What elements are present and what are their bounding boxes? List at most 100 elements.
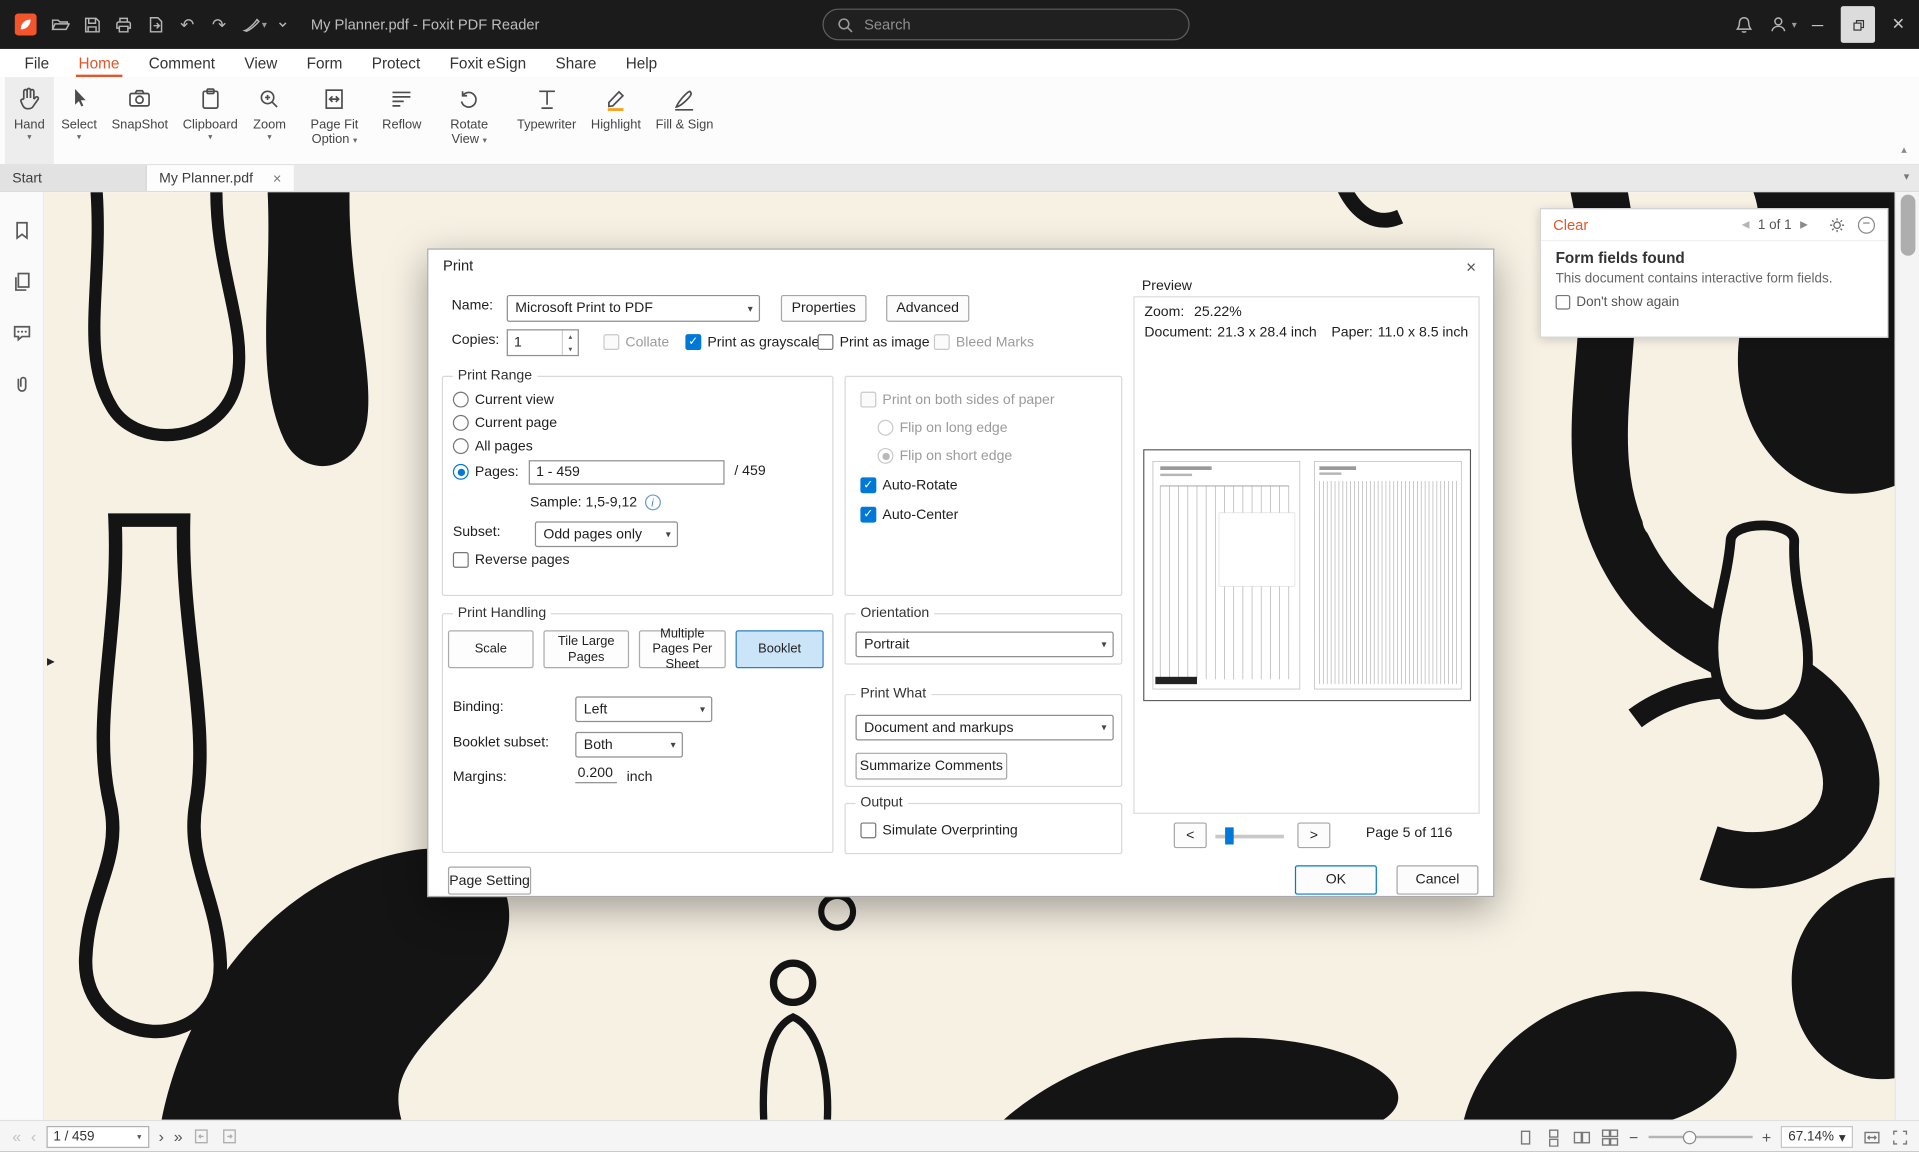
- mode-multiple-pages-button[interactable]: Multiple Pages Per Sheet: [639, 630, 726, 668]
- tool-zoom[interactable]: Zoom ▾: [245, 77, 294, 164]
- facing-continuous-view-icon[interactable]: [1601, 1128, 1619, 1146]
- scrollbar-thumb[interactable]: [1901, 195, 1916, 256]
- page-number-field[interactable]: 1 / 459 ▾: [46, 1125, 149, 1147]
- fit-width-icon[interactable]: [1863, 1128, 1881, 1146]
- search-input[interactable]: [864, 16, 1176, 33]
- radio-dot[interactable]: [453, 464, 469, 480]
- next-view-icon[interactable]: [220, 1127, 238, 1145]
- radio-dot[interactable]: [453, 415, 469, 431]
- last-page-icon[interactable]: »: [174, 1127, 183, 1145]
- summarize-comments-button[interactable]: Summarize Comments: [856, 753, 1008, 780]
- advanced-button[interactable]: Advanced: [886, 295, 969, 322]
- notification-next-icon[interactable]: ▶: [1796, 219, 1811, 230]
- auto-rotate-checkbox[interactable]: ✓ Auto-Rotate: [860, 477, 957, 493]
- pages-radio[interactable]: Pages:: [453, 464, 519, 480]
- printer-select[interactable]: Microsoft Print to PDF ▾: [507, 295, 760, 322]
- tool-clipboard[interactable]: Clipboard ▾: [175, 77, 245, 164]
- save-icon[interactable]: [76, 9, 108, 41]
- clipboard-dropdown-icon[interactable]: ▾: [208, 133, 212, 143]
- simulate-overprinting-checkbox[interactable]: Simulate Overprinting: [860, 822, 1017, 838]
- print-icon[interactable]: [108, 9, 140, 41]
- checkbox-box[interactable]: [818, 334, 834, 350]
- account-dropdown-icon[interactable]: ▾: [1792, 19, 1797, 30]
- menu-home[interactable]: Home: [64, 49, 134, 77]
- attachments-panel-icon[interactable]: [8, 371, 35, 398]
- minimize-button[interactable]: ─: [1799, 0, 1836, 49]
- search-box[interactable]: [822, 9, 1189, 41]
- checkbox-box[interactable]: ✓: [685, 334, 701, 350]
- zoom-level-field[interactable]: 67.14% ▾: [1781, 1126, 1853, 1148]
- cancel-button[interactable]: Cancel: [1396, 865, 1478, 894]
- booklet-subset-select[interactable]: Both ▾: [575, 732, 683, 758]
- tool-select[interactable]: Select ▾: [54, 77, 104, 164]
- single-page-view-icon[interactable]: [1516, 1128, 1534, 1146]
- rotate-view-dropdown-icon[interactable]: ▾: [483, 137, 487, 146]
- menu-form[interactable]: Form: [292, 49, 357, 77]
- hand-dropdown-icon[interactable]: ▾: [27, 133, 31, 143]
- vertical-scrollbar[interactable]: [1895, 192, 1919, 1120]
- account-icon[interactable]: [1762, 9, 1794, 41]
- restore-button[interactable]: [1841, 6, 1875, 43]
- tab-close-icon[interactable]: ×: [273, 170, 282, 187]
- clear-link[interactable]: Clear: [1553, 216, 1588, 233]
- zoom-slider[interactable]: [1648, 1127, 1752, 1147]
- tab-overflow-icon[interactable]: ▾: [1904, 170, 1910, 183]
- comments-panel-icon[interactable]: [8, 319, 35, 346]
- copies-value[interactable]: 1: [508, 330, 562, 354]
- mode-scale-button[interactable]: Scale: [448, 630, 534, 668]
- zoom-dropdown-icon[interactable]: ▾: [267, 133, 271, 143]
- menu-file[interactable]: File: [10, 49, 64, 77]
- notification-minimize-icon[interactable]: −: [1858, 216, 1875, 233]
- previous-page-icon[interactable]: ‹: [31, 1127, 36, 1145]
- tool-fill-sign[interactable]: Fill & Sign: [648, 77, 721, 164]
- print-as-image-checkbox[interactable]: Print as image: [818, 334, 930, 350]
- tool-highlight[interactable]: Highlight: [584, 77, 649, 164]
- menu-foxit-esign[interactable]: Foxit eSign: [435, 49, 541, 77]
- mode-booklet-button[interactable]: Booklet: [736, 630, 824, 668]
- preview-prev-page-button[interactable]: <: [1174, 822, 1207, 848]
- notification-prev-icon[interactable]: ◀: [1738, 219, 1753, 230]
- mode-tile-large-pages-button[interactable]: Tile Large Pages: [543, 630, 629, 668]
- menu-help[interactable]: Help: [611, 49, 672, 77]
- binding-select[interactable]: Left ▾: [575, 696, 712, 722]
- preview-next-page-button[interactable]: >: [1297, 822, 1330, 848]
- export-icon[interactable]: [140, 9, 172, 41]
- auto-center-checkbox[interactable]: ✓ Auto-Center: [860, 507, 958, 523]
- facing-view-icon[interactable]: [1573, 1128, 1591, 1146]
- tab-my-planner[interactable]: My Planner.pdf ×: [147, 165, 294, 191]
- page-setting-button[interactable]: Page Setting: [448, 867, 531, 895]
- tool-hand[interactable]: Hand ▾: [5, 77, 54, 164]
- current-page-radio[interactable]: Current page: [453, 415, 557, 431]
- tab-start[interactable]: Start: [0, 165, 147, 191]
- copies-stepper[interactable]: 1 ▴▾: [507, 329, 579, 356]
- next-page-icon[interactable]: ›: [159, 1127, 164, 1145]
- previous-view-icon[interactable]: [192, 1127, 210, 1145]
- pages-range-input[interactable]: 1 - 459: [529, 460, 725, 484]
- pages-panel-icon[interactable]: [8, 268, 35, 295]
- reverse-pages-checkbox[interactable]: Reverse pages: [453, 552, 570, 568]
- dont-show-again-checkbox[interactable]: Don't show again: [1556, 295, 1873, 310]
- tool-page-fit-option[interactable]: Page Fit Option ▾: [294, 77, 375, 164]
- menu-comment[interactable]: Comment: [134, 49, 230, 77]
- page-number-value[interactable]: 1 / 459: [53, 1129, 132, 1144]
- collapse-ribbon-icon[interactable]: ▴: [1901, 143, 1907, 156]
- notifications-bell-icon[interactable]: [1728, 9, 1760, 41]
- checkbox-box[interactable]: [453, 552, 469, 568]
- tool-typewriter[interactable]: Typewriter: [510, 77, 584, 164]
- spin-down-icon[interactable]: ▾: [563, 343, 578, 355]
- redo-icon[interactable]: ↷: [203, 9, 235, 41]
- dialog-close-icon[interactable]: ×: [1459, 256, 1483, 278]
- tool-reflow[interactable]: Reflow: [375, 77, 429, 164]
- open-file-icon[interactable]: [44, 9, 76, 41]
- checkbox-box[interactable]: ✓: [860, 507, 876, 523]
- ok-button[interactable]: OK: [1295, 865, 1377, 894]
- checkbox-box[interactable]: [860, 822, 876, 838]
- bookmarks-panel-icon[interactable]: [8, 217, 35, 244]
- info-icon[interactable]: i: [644, 494, 660, 510]
- page-fit-dropdown-icon[interactable]: ▾: [353, 137, 357, 146]
- slider-track[interactable]: [1648, 1136, 1752, 1138]
- checkbox-box[interactable]: ✓: [860, 477, 876, 493]
- radio-dot[interactable]: [453, 392, 469, 408]
- checkbox-box[interactable]: [1556, 295, 1571, 310]
- menu-protect[interactable]: Protect: [357, 49, 435, 77]
